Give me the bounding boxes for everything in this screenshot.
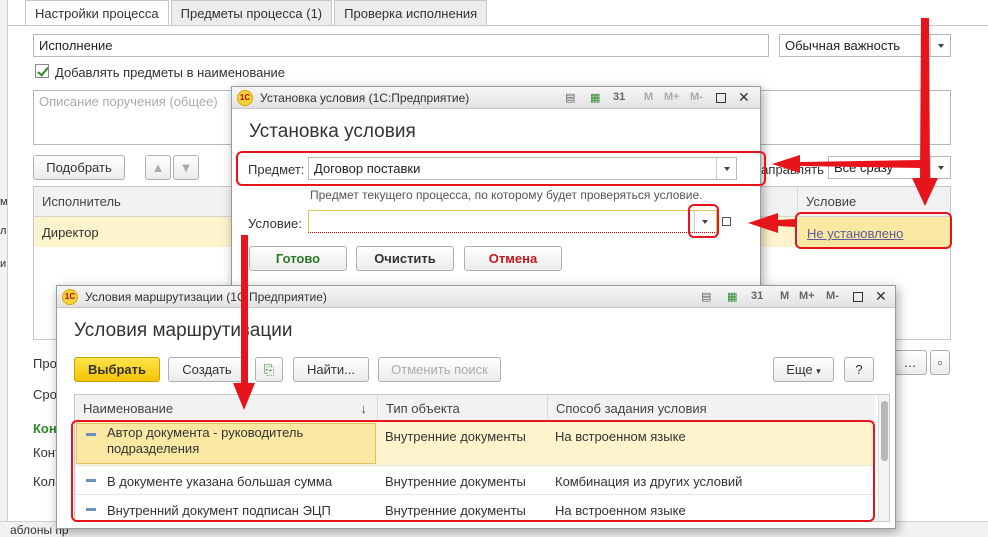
annotation-arrows (233, 18, 938, 410)
arrow-left-subject (772, 155, 922, 173)
arrow-down-table (233, 235, 255, 410)
arrow-down-right (912, 18, 938, 206)
arrow-left-condition (748, 213, 795, 233)
